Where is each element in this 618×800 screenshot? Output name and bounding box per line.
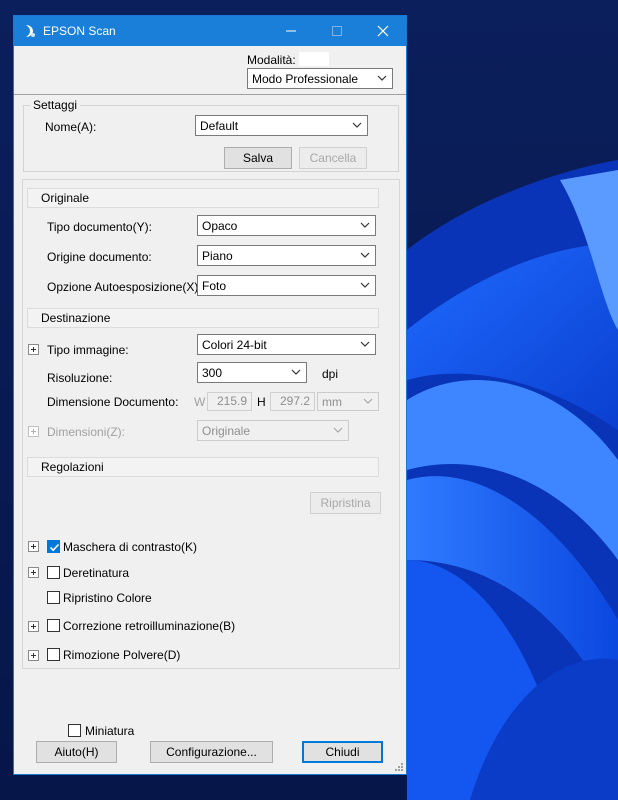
doc-source-value: Piano xyxy=(202,249,233,263)
image-type-select[interactable]: Colori 24-bit xyxy=(197,334,376,355)
image-type-value: Colori 24-bit xyxy=(202,338,267,352)
descreening-label[interactable]: Deretinatura xyxy=(63,566,129,580)
divider xyxy=(14,94,406,95)
chevron-down-icon xyxy=(360,341,370,347)
color-restoration-checkbox[interactable] xyxy=(47,591,60,604)
doc-size-label: Dimensione Documento: xyxy=(47,395,179,409)
target-size-value: Originale xyxy=(202,424,251,438)
backlight-correction-expand-icon[interactable] xyxy=(28,621,39,632)
chevron-down-icon xyxy=(333,427,343,433)
descreening-expand-icon[interactable] xyxy=(28,567,39,578)
color-restoration-label[interactable]: Ripristino Colore xyxy=(63,591,152,605)
height-field: 297.2 xyxy=(270,392,315,411)
auto-exposure-select[interactable]: Foto xyxy=(197,275,376,296)
chevron-down-icon xyxy=(360,282,370,288)
target-size-expand-icon xyxy=(28,426,39,437)
thumbnail-label[interactable]: Miniatura xyxy=(85,724,134,738)
doc-type-value: Opaco xyxy=(202,219,238,233)
maximize-button xyxy=(314,16,360,46)
mode-label-highlight xyxy=(299,52,329,66)
epson-scan-window: EPSON Scan Modalità: Modo Professionale … xyxy=(13,15,407,775)
original-section-header: Originale xyxy=(27,188,379,208)
unit-select-value: mm xyxy=(322,395,342,409)
close-window-button[interactable] xyxy=(360,16,406,46)
help-button[interactable]: Aiuto(H) xyxy=(36,741,117,763)
auto-exposure-label: Opzione Autoesposizione(X): xyxy=(47,280,202,294)
width-field: 215.9 xyxy=(207,392,252,411)
checkmark-icon xyxy=(49,543,60,552)
delete-button: Cancella xyxy=(299,147,367,169)
mode-label: Modalità: xyxy=(247,53,296,67)
save-button[interactable]: Salva xyxy=(224,147,292,169)
backlight-correction-label[interactable]: Correzione retroilluminazione(B) xyxy=(63,619,235,633)
unit-select: mm xyxy=(317,392,379,411)
image-type-expand-icon[interactable] xyxy=(28,344,39,355)
chevron-down-icon xyxy=(360,252,370,258)
mode-select[interactable]: Modo Professionale xyxy=(247,68,393,89)
height-label: H xyxy=(257,395,266,409)
mode-select-value: Modo Professionale xyxy=(252,72,359,86)
resolution-label: Risoluzione: xyxy=(47,371,113,385)
minimize-icon xyxy=(286,30,296,32)
chevron-down-icon xyxy=(363,398,373,404)
resolution-select[interactable]: 300 xyxy=(197,362,307,383)
thumbnail-checkbox[interactable] xyxy=(68,724,81,737)
close-button[interactable]: Chiudi xyxy=(302,741,383,763)
target-size-label: Dimensioni(Z): xyxy=(47,425,126,439)
auto-exposure-value: Foto xyxy=(202,279,227,293)
settings-name-select[interactable]: Default xyxy=(195,115,368,136)
resolution-value: 300 xyxy=(202,366,223,380)
backlight-correction-checkbox[interactable] xyxy=(47,619,60,632)
epson-scan-icon xyxy=(26,25,35,37)
doc-source-label: Origine documento: xyxy=(47,250,152,264)
dust-removal-checkbox[interactable] xyxy=(47,648,60,661)
chevron-down-icon xyxy=(360,222,370,228)
name-label: Nome(A): xyxy=(45,120,97,134)
doc-source-select[interactable]: Piano xyxy=(197,245,376,266)
reset-button: Ripristina xyxy=(310,492,381,514)
close-icon xyxy=(377,25,389,37)
width-label: W xyxy=(194,395,206,409)
settings-group-title: Settaggi xyxy=(30,98,81,112)
doc-type-select[interactable]: Opaco xyxy=(197,215,376,236)
minimize-button[interactable] xyxy=(268,16,314,46)
unsharp-mask-checkbox[interactable] xyxy=(47,540,60,553)
chevron-down-icon xyxy=(291,369,301,375)
dust-removal-expand-icon[interactable] xyxy=(28,650,39,661)
title-bar[interactable]: EPSON Scan xyxy=(14,16,406,46)
target-size-select: Originale xyxy=(197,420,349,441)
resize-grip-icon[interactable] xyxy=(394,762,404,772)
adjustments-section-header: Regolazioni xyxy=(27,457,379,477)
maximize-icon xyxy=(332,26,342,36)
unsharp-mask-expand-icon[interactable] xyxy=(28,541,39,552)
unsharp-mask-label[interactable]: Maschera di contrasto(K) xyxy=(63,540,197,554)
settings-name-value: Default xyxy=(200,119,239,133)
doc-type-label: Tipo documento(Y): xyxy=(47,220,152,234)
configuration-button[interactable]: Configurazione... xyxy=(150,741,273,763)
destination-section-header: Destinazione xyxy=(27,308,379,328)
descreening-checkbox[interactable] xyxy=(47,566,60,579)
chevron-down-icon xyxy=(377,75,387,81)
chevron-down-icon xyxy=(352,122,362,128)
window-title: EPSON Scan xyxy=(43,24,116,38)
image-type-label: Tipo immagine: xyxy=(47,343,129,357)
dust-removal-label[interactable]: Rimozione Polvere(D) xyxy=(63,648,180,662)
resolution-unit: dpi xyxy=(322,367,339,381)
